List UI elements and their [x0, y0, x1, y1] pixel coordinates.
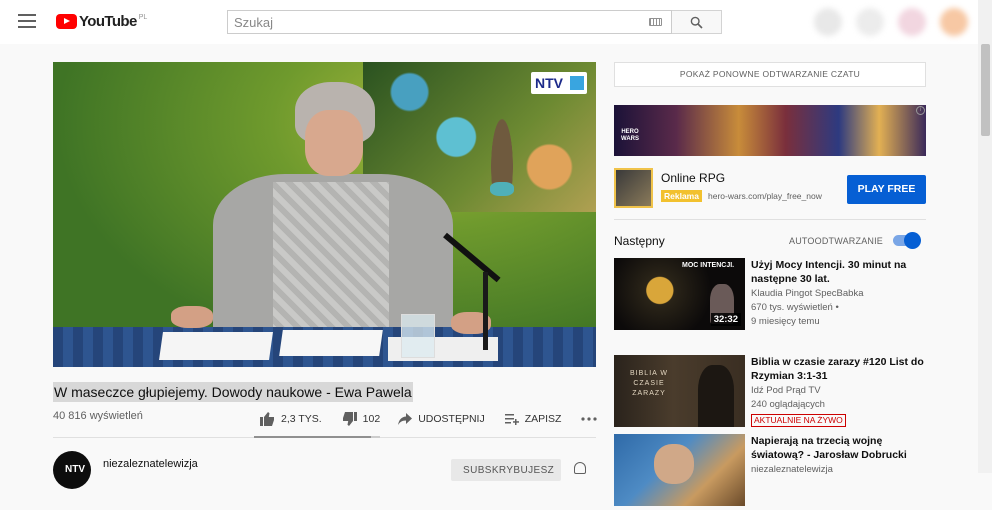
menu-icon[interactable]	[18, 14, 36, 28]
more-icon	[581, 417, 598, 421]
play-logo-icon	[56, 14, 77, 29]
header-blurred-icons	[814, 8, 968, 36]
autoplay-label: AUTOODTWARZANIE	[789, 236, 884, 246]
bell-icon[interactable]	[574, 462, 586, 474]
save-button[interactable]: ZAPISZ	[504, 413, 562, 425]
recommendation-views: 670 tys. wyświetleń •	[751, 302, 839, 313]
more-actions-button[interactable]	[581, 417, 603, 421]
ad-banner-logo: HERO WARS	[621, 129, 639, 142]
dislike-count: 102	[362, 413, 381, 425]
video-title: W maseczce głupiejemy. Dowody naukowe - …	[53, 382, 413, 402]
like-count: 2,3 TYS.	[281, 413, 322, 425]
thumbnail-caption: MOC INTENCJI.	[682, 262, 735, 269]
thumbs-down-icon	[342, 412, 357, 426]
search-button[interactable]	[672, 10, 722, 34]
view-count: 40 816 wyświetleń	[53, 410, 143, 422]
recommendation-thumbnail[interactable]: BIBLIA W CZASIE ZARAZY	[614, 355, 745, 427]
video-microphone-stand	[483, 272, 488, 350]
thumbnail-person	[654, 444, 694, 484]
logo-region: PL	[138, 14, 148, 21]
sentiment-bar-fill	[254, 436, 371, 438]
channel-avatar-text: NTV	[65, 464, 85, 475]
recommendation-item[interactable]: MOC INTENCJI. 32:32 Użyj Mocy Intencji. …	[614, 258, 926, 334]
video-paper	[279, 330, 383, 356]
recommendation-title[interactable]: Napierają na trzecią wojnę światową? - J…	[751, 434, 926, 462]
save-label: ZAPISZ	[524, 413, 562, 425]
thumbs-up-icon	[260, 412, 274, 426]
notifications-icon[interactable]	[856, 8, 884, 36]
autoplay-toggle-knob[interactable]	[904, 232, 921, 249]
recommendation-views: 240 oglądających	[751, 399, 825, 410]
share-button[interactable]: UDOSTĘPNIJ	[398, 413, 485, 425]
youtube-logo[interactable]: YouTube PL	[56, 13, 147, 31]
ntv-logo-text: NTV	[535, 75, 563, 91]
share-label: UDOSTĘPNIJ	[418, 413, 485, 425]
video-actions: 2,3 TYS. 102 UDOSTĘPNIJ ZAPISZ	[258, 409, 603, 429]
ad-title[interactable]: Online RPG	[661, 171, 725, 185]
recommendation-channel[interactable]: Klaudia Pingot SpecBabka	[751, 287, 864, 301]
search-input[interactable]: Szukaj	[227, 10, 672, 34]
video-hare	[483, 84, 521, 194]
show-chat-replay-button[interactable]: POKAŻ PONOWNE ODTWARZANIE CZATU	[614, 62, 926, 87]
channel-name[interactable]: niezaleznatelewizja	[103, 458, 198, 470]
video-paper	[159, 332, 273, 360]
thumbnail-caption: BIBLIA W CZASIE ZARAZY	[630, 370, 668, 397]
play-free-button[interactable]: PLAY FREE	[847, 175, 926, 204]
video-player[interactable]: NTV	[53, 62, 596, 367]
scrollbar-thumb[interactable]	[981, 44, 990, 136]
ad-badge: Reklama	[661, 190, 702, 202]
ad-url[interactable]: hero-wars.com/play_free_now	[708, 191, 822, 201]
video-hare-mask	[490, 182, 514, 196]
create-icon[interactable]	[898, 8, 926, 36]
recommendation-thumbnail[interactable]	[614, 434, 745, 506]
info-icon[interactable]: i	[916, 106, 925, 115]
video-glass	[401, 314, 435, 358]
ad-banner[interactable]: HERO WARS	[614, 105, 926, 156]
recommendation-item[interactable]: BIBLIA W CZASIE ZARAZY Biblia w czasie z…	[614, 355, 926, 431]
video-presenter	[213, 82, 453, 344]
search-icon	[690, 16, 703, 29]
recommendation-age: 9 miesięcy temu	[751, 316, 820, 327]
logo-text: YouTube	[79, 13, 137, 30]
video-duration: 32:32	[710, 313, 741, 326]
recommendation-thumbnail[interactable]: MOC INTENCJI. 32:32	[614, 258, 745, 330]
playlist-add-icon	[504, 413, 519, 425]
up-next-label: Następny	[614, 234, 665, 248]
dislike-button[interactable]: 102	[342, 412, 381, 426]
ntv-overlay-logo: NTV	[531, 72, 587, 94]
subscribe-button[interactable]: SUBSKRYBUJESZ	[451, 459, 561, 481]
avatar[interactable]	[940, 8, 968, 36]
ad-thumbnail[interactable]	[614, 168, 653, 208]
recommendation-title[interactable]: Biblia w czasie zarazy #120 List do Rzym…	[751, 355, 926, 383]
channel-avatar[interactable]: NTV	[53, 451, 91, 489]
share-icon	[398, 413, 413, 425]
thumbnail-person	[698, 365, 734, 427]
keyboard-icon[interactable]	[649, 18, 662, 26]
recommendation-channel[interactable]: niezaleznatelewizja	[751, 463, 833, 477]
recommendation-title[interactable]: Użyj Mocy Intencji. 30 minut na następne…	[751, 258, 926, 286]
recommendation-channel[interactable]: Idź Pod Prąd TV	[751, 384, 821, 398]
divider	[614, 219, 926, 220]
live-badge: AKTUALNIE NA ŻYWO	[751, 414, 846, 427]
recommendation-item[interactable]: Napierają na trzecią wojnę światową? - J…	[614, 434, 926, 510]
like-button[interactable]: 2,3 TYS.	[260, 412, 322, 426]
apps-icon[interactable]	[814, 8, 842, 36]
video-hand	[171, 306, 213, 328]
